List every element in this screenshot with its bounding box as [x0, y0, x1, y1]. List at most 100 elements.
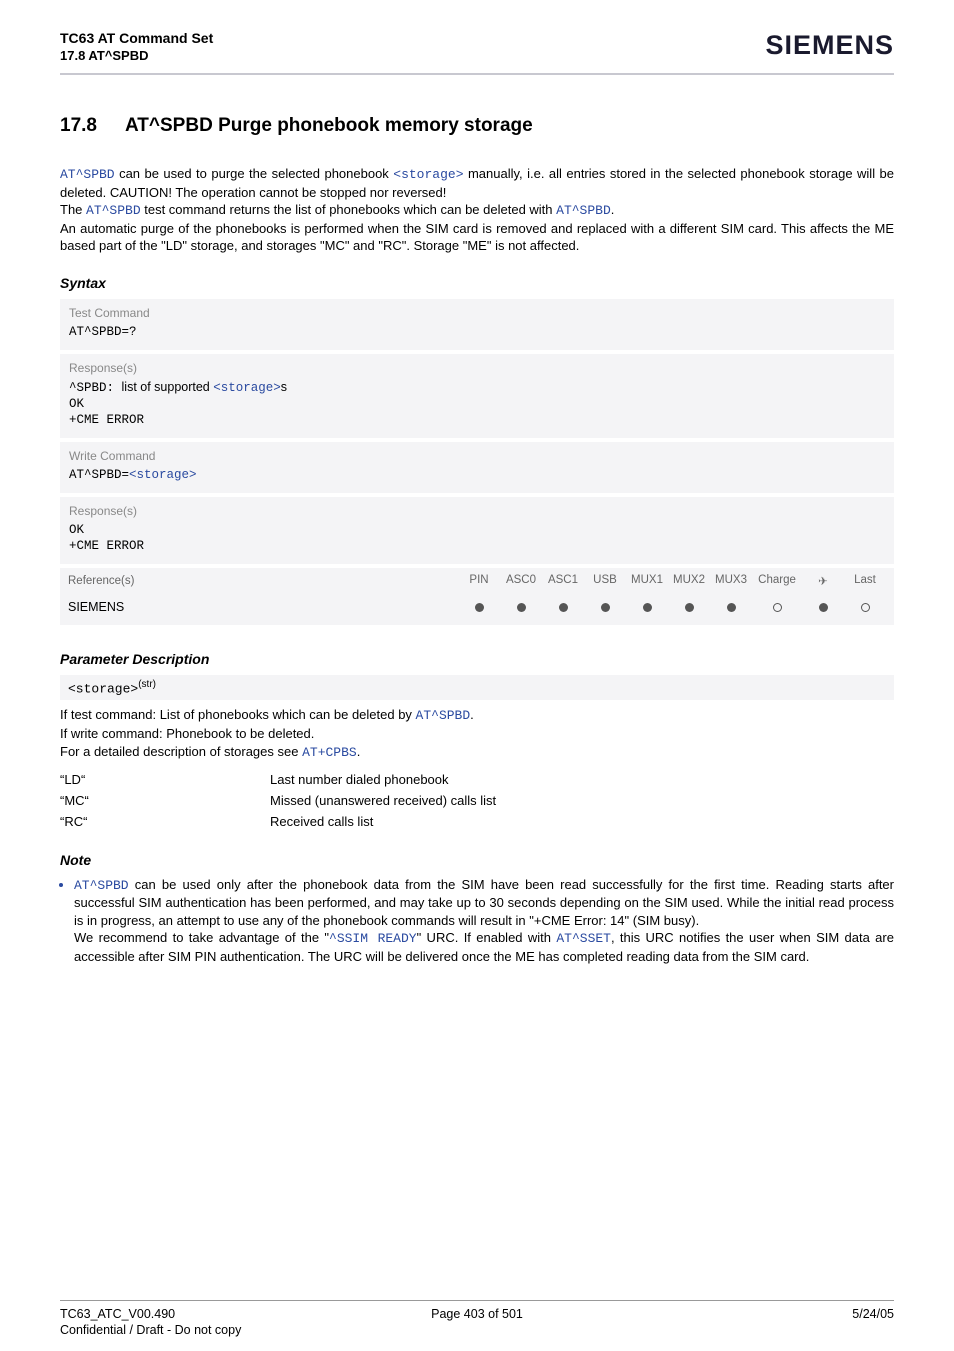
col-header: Charge: [752, 574, 802, 588]
param-desc-text: For a detailed description of storages s…: [60, 744, 302, 759]
note-text: " URC. If enabled with: [417, 930, 557, 945]
note-heading: Note: [60, 852, 894, 868]
param-ref: <storage>: [129, 468, 197, 482]
support-dot: [500, 600, 542, 615]
cmd-ref: AT+CPBS: [302, 745, 357, 760]
col-header: Last: [844, 574, 886, 588]
block-label: Response(s): [69, 504, 885, 518]
filled-dot-icon: [517, 603, 526, 612]
param-desc-text: If test command: List of phonebooks whic…: [60, 707, 416, 722]
param-ref: <storage>: [213, 381, 281, 395]
resp-suffix: s: [281, 380, 287, 394]
response-ok: OK: [69, 397, 885, 411]
filled-dot-icon: [727, 603, 736, 612]
section-heading: AT^SPBD Purge phonebook memory storage: [125, 115, 533, 137]
write-command-block: Write Command AT^SPBD=<storage>: [60, 442, 894, 493]
intro-text: test command returns the list of phonebo…: [141, 202, 557, 217]
empty-dot-icon: [861, 603, 870, 612]
intro-paragraph: AT^SPBD can be used to purge the selecte…: [60, 165, 894, 255]
plane-icon: ✈: [802, 574, 844, 588]
param-heading: Parameter Description: [60, 651, 894, 667]
reference-header-row: Reference(s) PIN ASC0 ASC1 USB MUX1 MUX2…: [60, 568, 894, 594]
resp-text: list of supported: [122, 380, 214, 394]
filled-dot-icon: [601, 603, 610, 612]
param-name: <storage>: [68, 681, 138, 696]
write-command: AT^SPBD=<storage>: [69, 468, 885, 482]
cmd-ref: AT^SPBD: [416, 708, 471, 723]
reference-value-row: SIEMENS: [60, 594, 894, 625]
page-header: TC63 AT Command Set 17.8 AT^SPBD SIEMENS: [60, 30, 894, 75]
param-desc-text: If write command: Phonebook to be delete…: [60, 726, 314, 741]
response-ok: OK: [69, 523, 885, 537]
page-footer: TC63_ATC_V00.490 Page 403 of 501 5/24/05: [60, 1300, 894, 1321]
cmd-ref: AT^SSET: [556, 931, 611, 946]
ref-headers: PIN ASC0 ASC1 USB MUX1 MUX2 MUX3 Charge …: [458, 574, 886, 588]
cmd-ref: AT^SPBD: [74, 878, 129, 893]
value-code: “RC“: [60, 811, 270, 832]
section-title: 17.8 AT^SPBD Purge phonebook memory stor…: [60, 115, 894, 137]
header-left: TC63 AT Command Set 17.8 AT^SPBD: [60, 30, 213, 63]
table-row: “MC“ Missed (unanswered received) calls …: [60, 790, 894, 811]
support-dot: [752, 600, 802, 615]
write-response-block: Response(s) OK +CME ERROR: [60, 497, 894, 564]
test-command-block: Test Command AT^SPBD=?: [60, 299, 894, 350]
test-response-block: Response(s) ^SPBD: list of supported <st…: [60, 354, 894, 438]
support-dot: [542, 600, 584, 615]
brand-logo: SIEMENS: [765, 30, 894, 61]
col-header: USB: [584, 574, 626, 588]
urc-ref: ^SSIM READY: [329, 931, 417, 946]
note-text: can be used only after the phonebook dat…: [74, 877, 894, 928]
resp-prefix: ^SPBD:: [69, 381, 122, 395]
block-label: Test Command: [69, 306, 885, 320]
col-header: MUX3: [710, 574, 752, 588]
param-values-table: “LD“ Last number dialed phonebook “MC“ M…: [60, 769, 894, 832]
syntax-heading: Syntax: [60, 275, 894, 291]
footer-right: 5/24/05: [616, 1307, 894, 1321]
intro-text: An automatic purge of the phonebooks is …: [60, 221, 894, 254]
value-text: Last number dialed phonebook: [270, 769, 894, 790]
ref-label: Reference(s): [68, 575, 458, 587]
note-text: We recommend to take advantage of the ": [74, 930, 329, 945]
intro-text: can be used to purge the selected phoneb…: [115, 166, 394, 181]
footer-confidential: Confidential / Draft - Do not copy: [60, 1323, 241, 1337]
response-cme: +CME ERROR: [69, 413, 885, 427]
cmd-ref: AT^SPBD: [86, 203, 141, 218]
section-number: 17.8: [60, 115, 97, 137]
value-code: “LD“: [60, 769, 270, 790]
col-header: ASC1: [542, 574, 584, 588]
support-dot: [668, 600, 710, 615]
dot-cells: [458, 600, 886, 615]
doc-title: TC63 AT Command Set: [60, 30, 213, 46]
support-dot: [458, 600, 500, 615]
value-code: “MC“: [60, 790, 270, 811]
value-text: Missed (unanswered received) calls list: [270, 790, 894, 811]
filled-dot-icon: [685, 603, 694, 612]
support-dot: [584, 600, 626, 615]
support-dot: [710, 600, 752, 615]
intro-text: The: [60, 202, 86, 217]
value-text: Received calls list: [270, 811, 894, 832]
support-dot: [844, 600, 886, 615]
footer-center: Page 403 of 501: [338, 1307, 616, 1321]
param-type: (str): [138, 679, 156, 690]
empty-dot-icon: [773, 603, 782, 612]
table-row: “LD“ Last number dialed phonebook: [60, 769, 894, 790]
col-header: MUX2: [668, 574, 710, 588]
col-header: ASC0: [500, 574, 542, 588]
support-dot: [802, 600, 844, 615]
param-ref: <storage>: [393, 167, 463, 182]
col-header: PIN: [458, 574, 500, 588]
response-cme: +CME ERROR: [69, 539, 885, 553]
intro-text: .: [611, 202, 615, 217]
cmd-ref: AT^SPBD: [556, 203, 611, 218]
response-line: ^SPBD: list of supported <storage>s: [69, 380, 885, 395]
param-name-box: <storage>(str): [60, 675, 894, 700]
filled-dot-icon: [819, 603, 828, 612]
table-row: “RC“ Received calls list: [60, 811, 894, 832]
param-desc-text: .: [357, 744, 361, 759]
filled-dot-icon: [643, 603, 652, 612]
test-command: AT^SPBD=?: [69, 325, 885, 339]
cmd-ref: AT^SPBD: [60, 167, 115, 182]
list-item: AT^SPBD can be used only after the phone…: [74, 876, 894, 966]
col-header: MUX1: [626, 574, 668, 588]
